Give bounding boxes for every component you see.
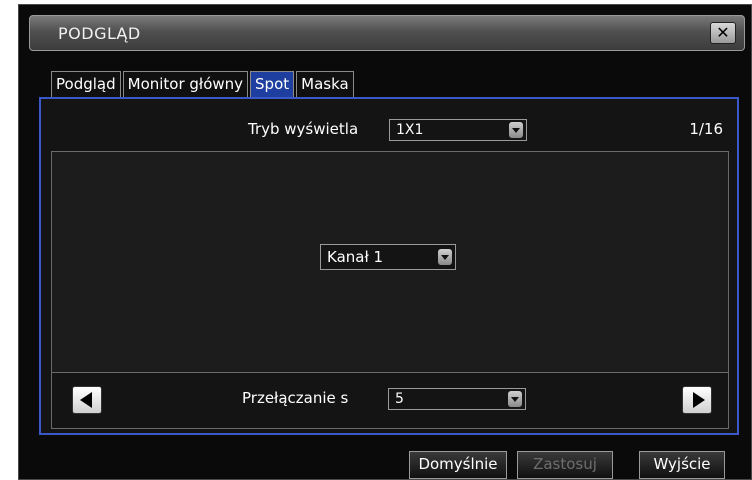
channel-select[interactable]: Kanał 1 xyxy=(320,244,456,270)
tab-bar: Podgląd Monitor główny Spot Maska xyxy=(51,71,354,97)
default-button[interactable]: Domyślnie xyxy=(409,451,507,479)
exit-button[interactable]: Wyjście xyxy=(639,451,725,479)
previous-button[interactable] xyxy=(72,386,102,414)
tab-spot[interactable]: Spot xyxy=(250,71,295,97)
chevron-down-icon xyxy=(509,122,523,138)
title-bar: PODGLĄD ✕ xyxy=(29,15,745,51)
preview-dialog: PODGLĄD ✕ Podgląd Monitor główny Spot Ma… xyxy=(18,4,752,480)
display-mode-select[interactable]: 1X1 xyxy=(389,119,527,141)
tab-maska[interactable]: Maska xyxy=(296,71,354,97)
switching-select[interactable]: 5 xyxy=(388,388,526,410)
switching-value: 5 xyxy=(395,391,404,407)
next-button[interactable] xyxy=(682,386,712,414)
display-mode-value: 1X1 xyxy=(396,122,424,138)
apply-button[interactable]: Zastosuj xyxy=(517,451,613,479)
close-icon: ✕ xyxy=(716,23,730,42)
chevron-down-icon xyxy=(438,249,452,265)
page-indicator: 1/16 xyxy=(689,120,723,138)
switching-label: Przełączanie s xyxy=(242,389,349,407)
display-mode-label: Tryb wyświetla xyxy=(248,120,359,138)
switching-row: Przełączanie s 5 xyxy=(51,373,729,429)
spot-view-area: Kanał 1 xyxy=(51,151,729,373)
arrow-right-icon xyxy=(692,392,705,408)
tab-podglad[interactable]: Podgląd xyxy=(51,71,121,97)
chevron-down-icon xyxy=(508,391,522,407)
display-mode-row: Tryb wyświetla 1X1 1/16 xyxy=(41,99,737,151)
arrow-left-icon xyxy=(79,392,92,408)
channel-value: Kanał 1 xyxy=(327,248,384,266)
dialog-title: PODGLĄD xyxy=(58,24,141,43)
spot-panel: Tryb wyświetla 1X1 1/16 Kanał 1 Przełącz… xyxy=(39,97,739,435)
close-button[interactable]: ✕ xyxy=(710,22,736,44)
tab-monitor-glowny[interactable]: Monitor główny xyxy=(122,71,249,97)
